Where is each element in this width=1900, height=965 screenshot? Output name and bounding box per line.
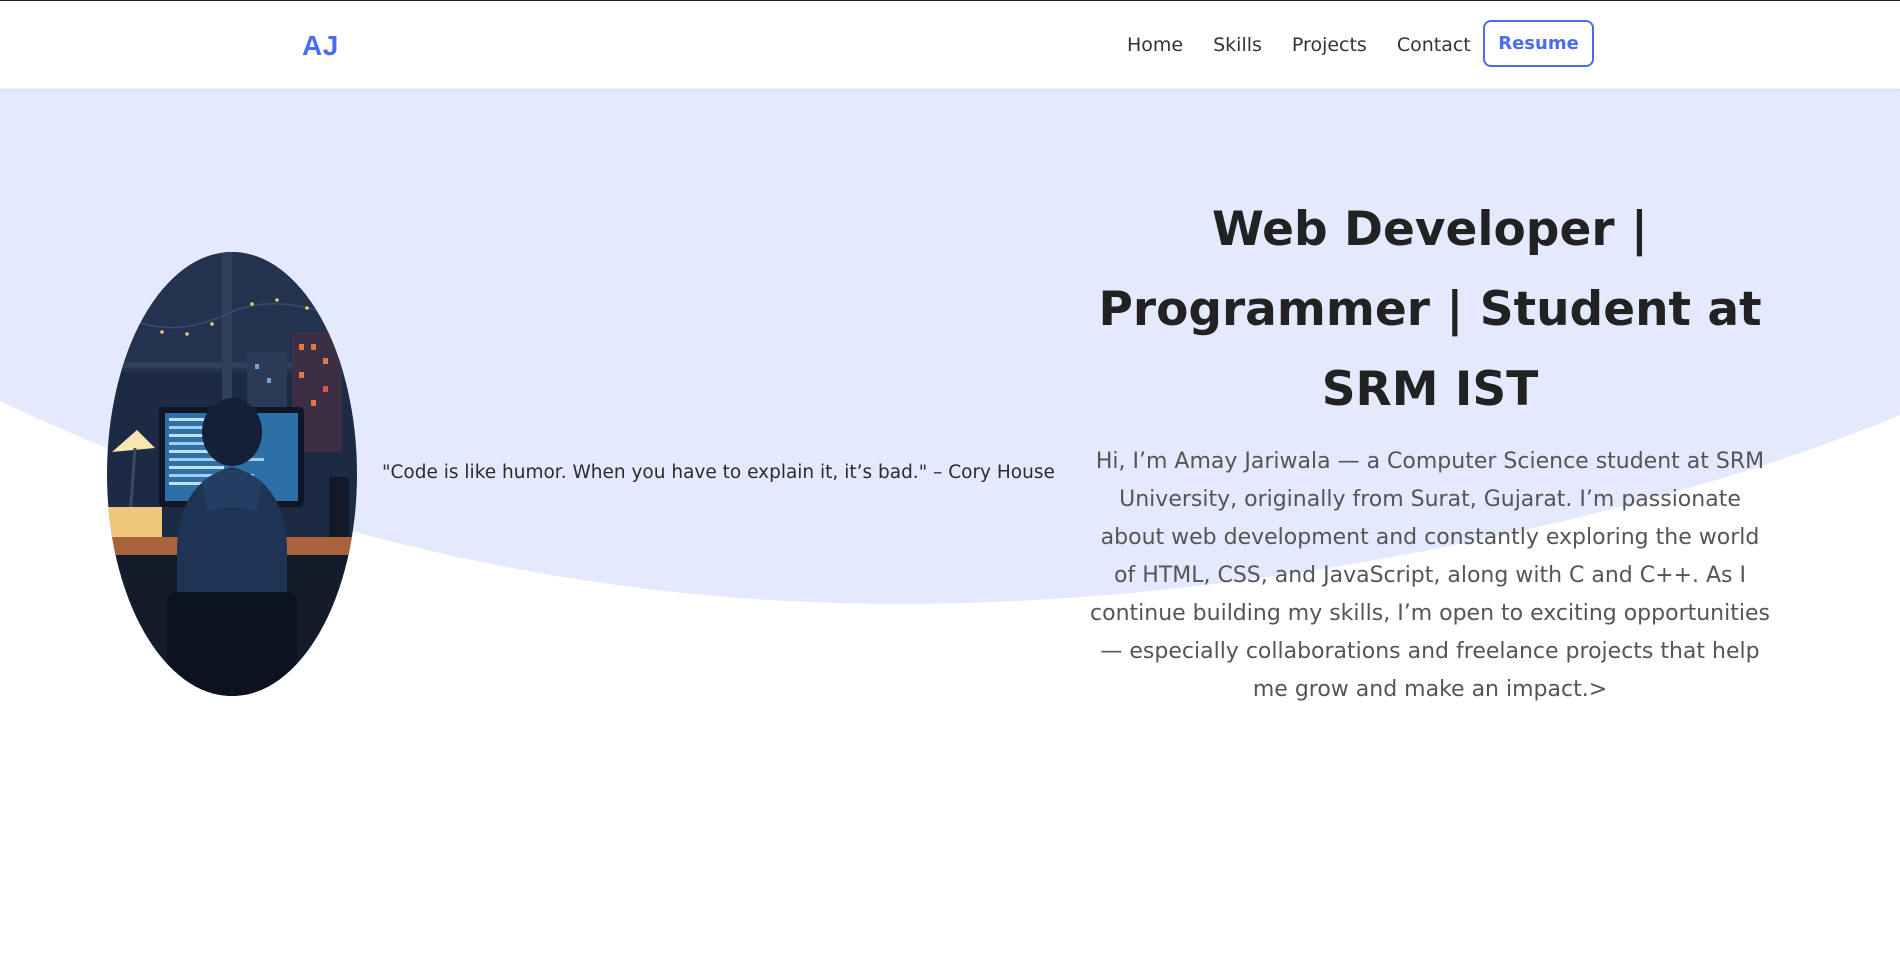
hero-title: Web Developer | Programmer | Student at … xyxy=(1098,202,1762,417)
nav-links: Home Skills Projects Contact xyxy=(1127,34,1501,56)
nav-link-skills[interactable]: Skills xyxy=(1213,34,1262,56)
navbar: AJ Home Skills Projects Contact Resume xyxy=(0,1,1900,88)
page: AJ Home Skills Projects Contact Resume "… xyxy=(0,0,1900,965)
nav-link-contact[interactable]: Contact xyxy=(1397,34,1471,56)
nav-link-home[interactable]: Home xyxy=(1127,34,1183,56)
resume-button[interactable]: Resume xyxy=(1483,20,1594,67)
developer-illustration-image xyxy=(107,252,357,696)
window-top-border xyxy=(0,0,1900,1)
hero-description: Hi, I’m Amay Jariwala — a Computer Scien… xyxy=(1090,449,1770,702)
hero-quote: "Code is like humor. When you have to ex… xyxy=(382,462,1055,483)
site-logo[interactable]: AJ xyxy=(302,30,339,62)
nav-link-projects[interactable]: Projects xyxy=(1292,34,1367,56)
